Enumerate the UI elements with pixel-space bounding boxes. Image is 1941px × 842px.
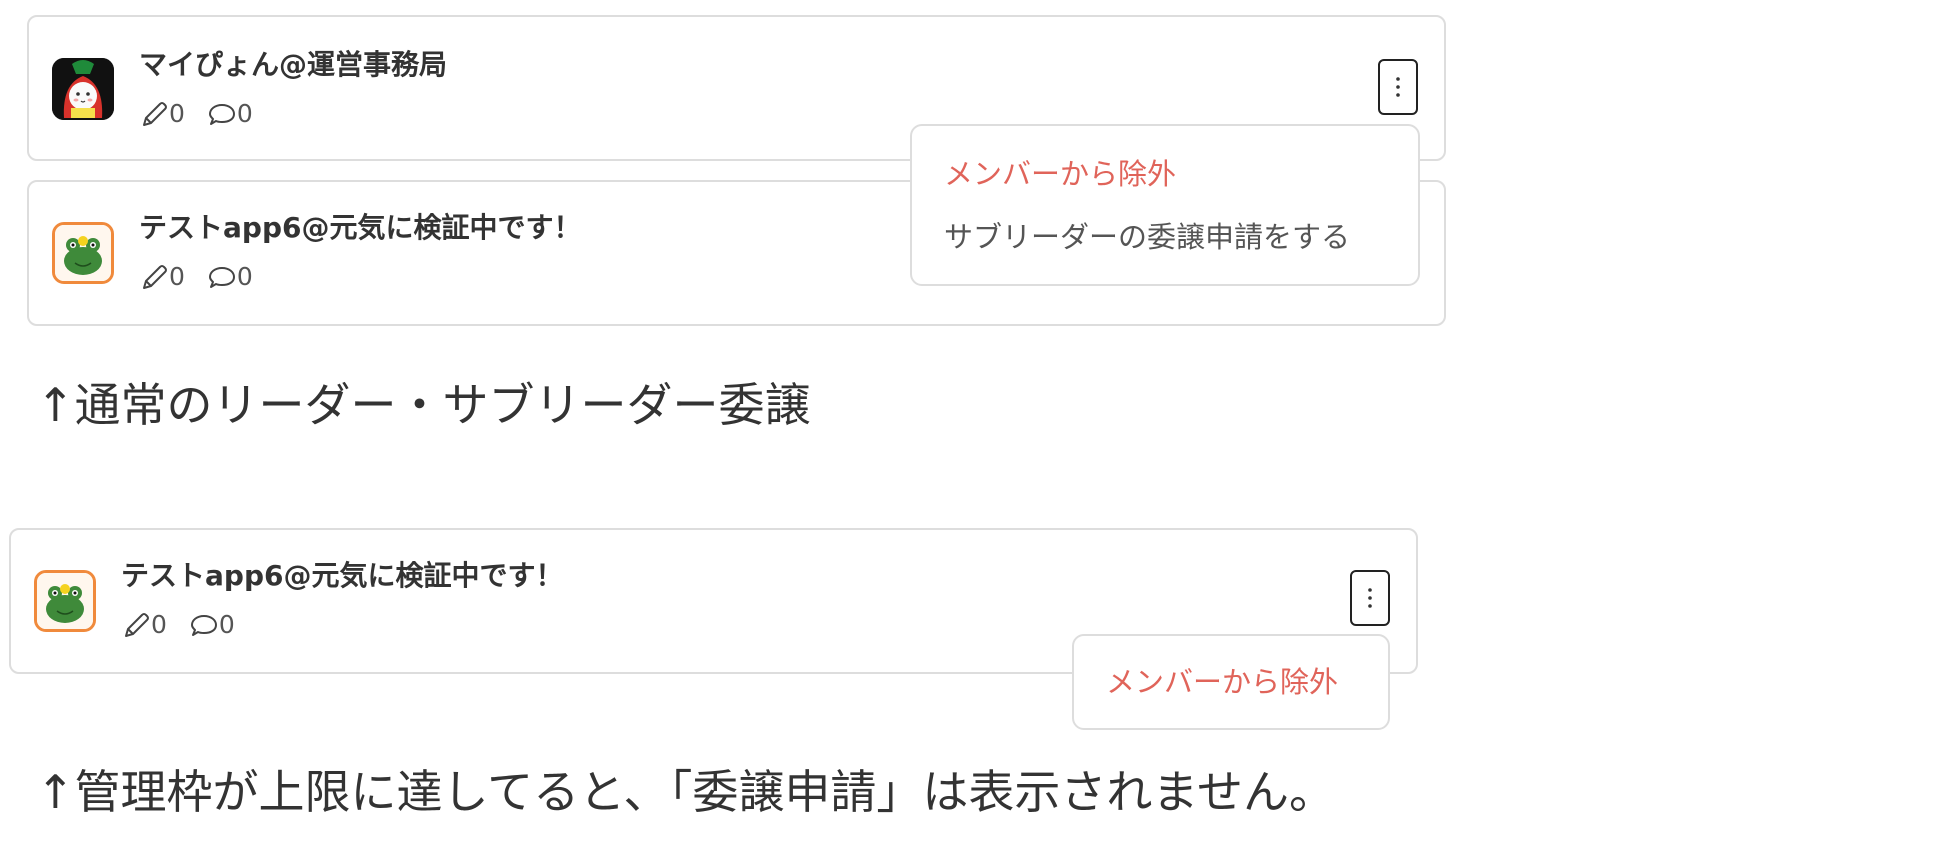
caption-normal-delegation: ↑通常のリーダー・サブリーダー委譲	[36, 378, 811, 432]
pencil-icon	[139, 262, 169, 292]
member-name[interactable]: テストapp6@元気に検証中です！	[139, 212, 581, 244]
pencil-icon	[139, 99, 169, 129]
speech-bubble-icon	[207, 99, 237, 129]
post-count: 0	[139, 262, 185, 292]
member-stats: 0 0	[121, 610, 257, 640]
speech-bubble-icon	[207, 262, 237, 292]
member-stats: 0 0	[139, 99, 275, 129]
member-action-menu: メンバーから除外	[1072, 634, 1390, 730]
more-menu-button[interactable]	[1378, 59, 1418, 115]
rabbit-avatar[interactable]	[52, 58, 114, 120]
speech-bubble-icon	[189, 610, 219, 640]
member-stats: 0 0	[139, 262, 275, 292]
caption-limit-reached: ↑管理枠が上限に達してると、「委譲申請」は表示されません。	[36, 765, 1335, 819]
frog-avatar[interactable]	[52, 222, 114, 284]
post-count: 0	[121, 610, 167, 640]
remove-member-menu-item[interactable]: メンバーから除外	[1106, 664, 1338, 700]
post-count: 0	[139, 99, 185, 129]
comment-count: 0	[207, 99, 253, 129]
pencil-icon	[121, 610, 151, 640]
comment-count: 0	[207, 262, 253, 292]
member-name[interactable]: テストapp6@元気に検証中です！	[121, 560, 563, 592]
kebab-icon	[1396, 77, 1400, 97]
remove-member-menu-item[interactable]: メンバーから除外	[944, 156, 1176, 192]
request-delegation-menu-item[interactable]: サブリーダーの委譲申請をする	[944, 219, 1350, 255]
member-action-menu: メンバーから除外 サブリーダーの委譲申請をする	[910, 124, 1420, 286]
kebab-icon	[1368, 588, 1372, 608]
comment-count: 0	[189, 610, 235, 640]
more-menu-button[interactable]	[1350, 570, 1390, 626]
frog-avatar[interactable]	[34, 570, 96, 632]
member-name[interactable]: マイぴょん@運営事務局	[139, 49, 447, 81]
